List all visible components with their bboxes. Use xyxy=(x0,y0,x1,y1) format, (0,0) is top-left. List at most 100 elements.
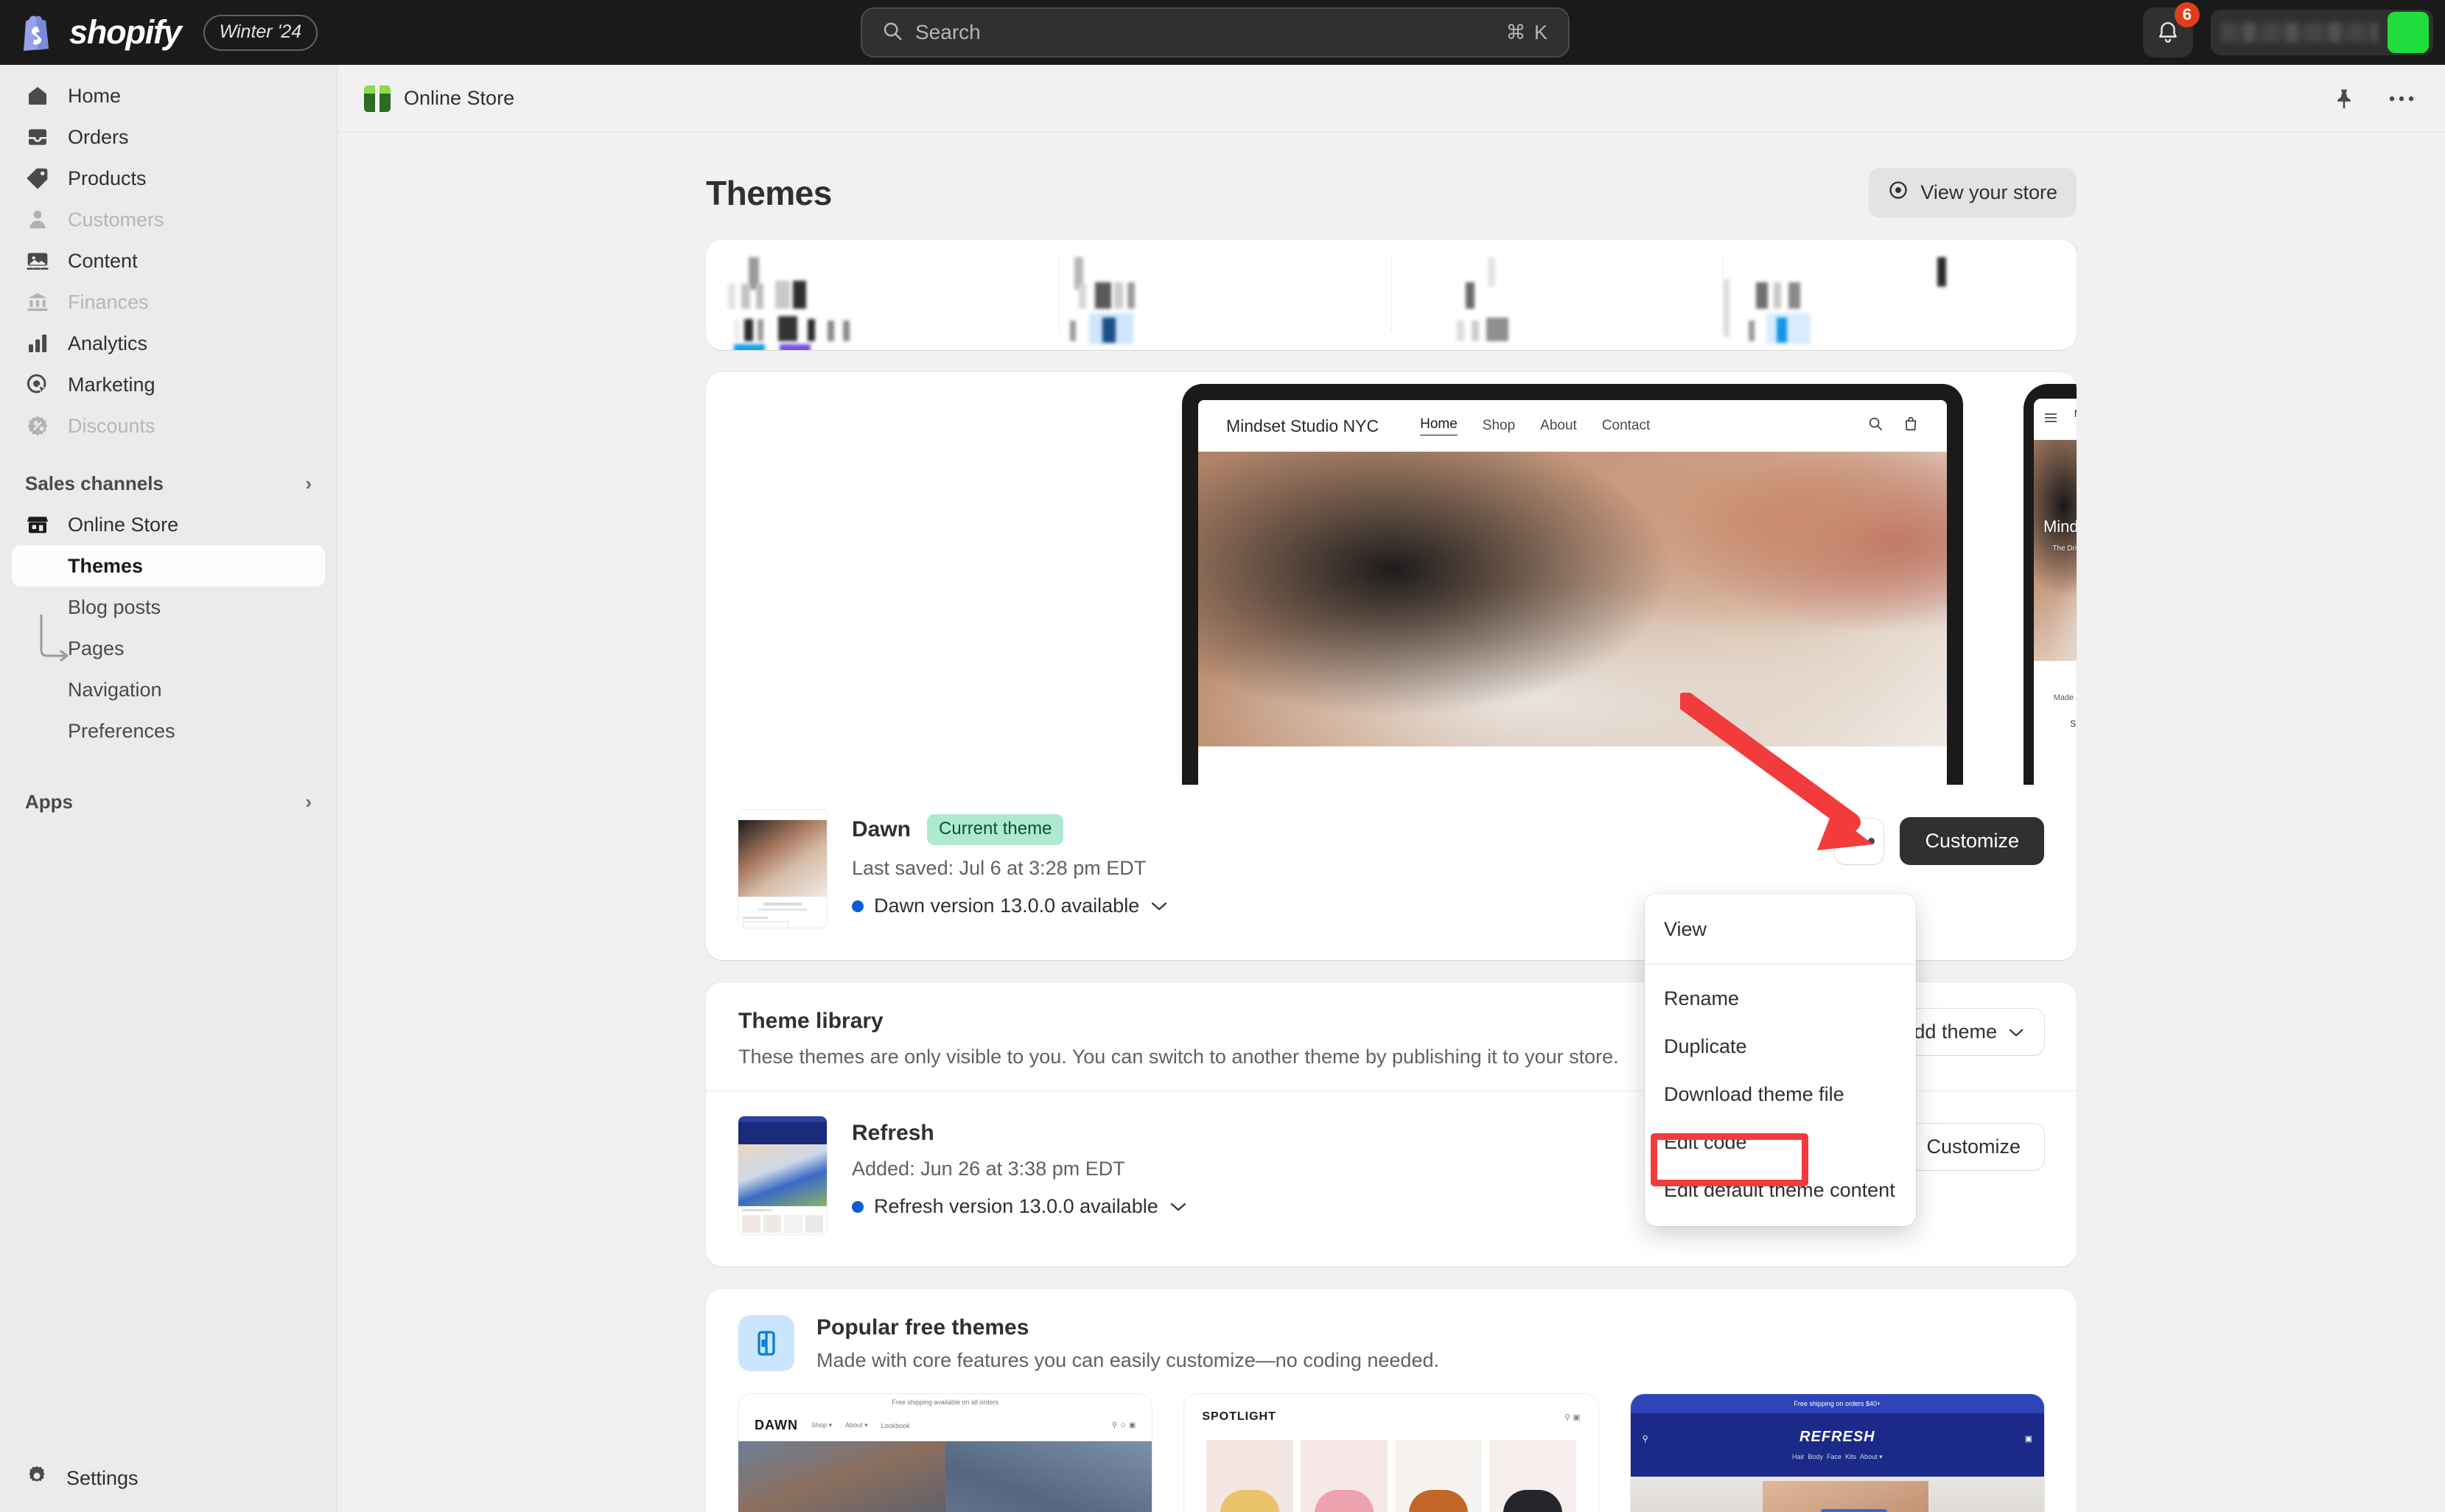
menu-item-view[interactable]: View xyxy=(1645,906,1916,953)
sidebar-section-label: Sales channels xyxy=(25,472,164,494)
chevron-down-icon xyxy=(1150,895,1169,917)
popular-theme-name: SPOTLIGHT xyxy=(1202,1410,1276,1423)
sidebar-item-marketing[interactable]: Marketing xyxy=(12,364,325,405)
theme-version-row[interactable]: Dawn version 13.0.0 available xyxy=(852,895,1169,917)
popular-theme-name: DAWN xyxy=(755,1418,798,1432)
sidebar-section-apps[interactable]: Apps › xyxy=(22,781,315,822)
theme-library-title: Theme library xyxy=(738,1009,884,1033)
sidebar-item-preferences[interactable]: Preferences xyxy=(12,710,325,752)
ellipsis-icon[interactable] xyxy=(2389,95,2414,102)
theme-more-actions-button[interactable] xyxy=(1835,818,1884,864)
redacted-column xyxy=(728,257,1060,350)
shopify-brand[interactable]: shopify Winter '24 xyxy=(0,13,318,52)
preview-site-logo: Mindset Studio NYC xyxy=(1226,416,1379,435)
current-theme-info: Dawn Current theme Last saved: Jul 6 at … xyxy=(852,810,1169,917)
customize-button[interactable]: Customize xyxy=(1903,1124,2044,1170)
breadcrumb[interactable]: Online Store xyxy=(364,85,514,112)
sidebar-item-analytics[interactable]: Analytics xyxy=(12,323,325,364)
mobile-preview-logo: Mindset Studio NYC xyxy=(2065,407,2077,431)
sidebar-item-blog-posts[interactable]: Blog posts xyxy=(12,587,325,628)
current-theme-actions: Customize xyxy=(1835,810,2044,865)
sidebar-item-discounts[interactable]: Discounts xyxy=(12,405,325,447)
view-your-store-button[interactable]: View your store xyxy=(1869,168,2077,217)
cart-icon xyxy=(1903,416,1919,436)
sidebar-item-label: Settings xyxy=(66,1466,139,1489)
mobile-preview-hero: Mindset Studio NYC The Driving Force Beh… xyxy=(2034,440,2077,661)
theme-name: Dawn xyxy=(852,817,912,841)
mobile-footer-title: Mindset Studio NYC xyxy=(2041,673,2077,683)
menu-item-edit-code[interactable]: Edit code xyxy=(1645,1119,1916,1166)
mobile-preview-nav: Mindset Studio NYC xyxy=(2034,399,2077,440)
brand-wordmark: shopify xyxy=(69,13,182,51)
target-cursor-icon xyxy=(25,372,50,397)
mobile-footer-signup: Subscribe to our emails xyxy=(2070,718,2077,729)
tag-icon xyxy=(25,166,50,191)
sidebar-item-orders[interactable]: Orders xyxy=(12,116,325,158)
store-name-redacted xyxy=(2221,23,2377,42)
storefront-icon xyxy=(25,512,50,537)
menu-item-download-theme-file[interactable]: Download theme file xyxy=(1645,1071,1916,1119)
chevron-down-icon xyxy=(2007,1021,2025,1043)
breadcrumb-bar: Online Store xyxy=(337,65,2445,133)
search-placeholder: Search xyxy=(915,21,981,43)
notification-count-badge: 6 xyxy=(2175,2,2200,27)
desktop-preview-frame: Mindset Studio NYC Home Shop About Conta… xyxy=(1182,384,1963,785)
sidebar-item-navigation[interactable]: Navigation xyxy=(12,669,325,710)
sidebar-item-pages[interactable]: Pages xyxy=(12,628,325,669)
sidebar-item-label: Online Store xyxy=(68,513,179,536)
page-header: Themes View your store xyxy=(706,168,2077,217)
chevron-down-icon xyxy=(1169,1195,1188,1218)
theme-added-date: Added: Jun 26 at 3:38 pm EDT xyxy=(852,1158,1125,1180)
theme-version-label: Refresh version 13.0.0 available xyxy=(874,1195,1158,1217)
mobile-preview-screen: Mindset Studio NYC Mindset Studio NYC Th… xyxy=(2034,399,2077,785)
sidebar-item-label: Discounts xyxy=(68,414,155,437)
status-badge: Current theme xyxy=(927,814,1064,845)
theme-name: Refresh xyxy=(852,1121,934,1145)
search-icon xyxy=(1867,416,1883,436)
popular-theme-card-dawn[interactable]: Free shipping available on all orders DA… xyxy=(738,1394,1152,1512)
sidebar-item-customers[interactable]: Customers xyxy=(12,199,325,240)
menu-item-rename[interactable]: Rename xyxy=(1645,975,1916,1023)
preview-nav-home: Home xyxy=(1420,416,1458,435)
mobile-footer-subtitle: Made and Inspired by New Yorkers xyxy=(2053,693,2077,702)
search-input[interactable]: Search ⌘ K xyxy=(861,7,1570,57)
popular-theme-card-refresh[interactable]: Free shipping on orders $40+ REFRESH Hai… xyxy=(1630,1394,2044,1512)
theme-last-saved: Last saved: Jul 6 at 3:28 pm EDT xyxy=(852,857,1147,879)
sidebar-item-online-store[interactable]: Online Store xyxy=(12,504,325,545)
sidebar-item-label: Orders xyxy=(68,125,129,148)
image-icon xyxy=(25,248,50,273)
update-available-dot xyxy=(852,900,864,912)
sidebar-item-themes[interactable]: Themes xyxy=(12,545,325,587)
redacted-banner-card xyxy=(706,239,2077,350)
sidebar-section-label: Apps xyxy=(25,790,73,813)
home-icon xyxy=(25,83,50,108)
sidebar-item-finances[interactable]: Finances xyxy=(12,281,325,323)
menu-item-duplicate[interactable]: Duplicate xyxy=(1645,1023,1916,1071)
popular-theme-card-spotlight[interactable]: SPOTLIGHT ⚲ ▣ xyxy=(1184,1394,1598,1512)
redacted-column xyxy=(1060,257,1392,344)
sidebar-item-label: Products xyxy=(68,167,147,189)
store-account-chip[interactable] xyxy=(2211,10,2433,55)
sidebar-section-sales-channels[interactable]: Sales channels › xyxy=(22,463,315,504)
customize-button[interactable]: Customize xyxy=(1900,817,2044,865)
theme-template-icon xyxy=(738,1315,794,1371)
library-theme-info: Refresh Added: Jun 26 at 3:38 pm EDT Ref… xyxy=(852,1116,1188,1218)
sidebar-item-products[interactable]: Products xyxy=(12,158,325,199)
sidebar-item-label: Customers xyxy=(68,208,164,231)
sidebar-subitem-label: Themes xyxy=(68,554,144,577)
pin-icon[interactable] xyxy=(2333,88,2355,110)
sidebar-item-home[interactable]: Home xyxy=(12,75,325,116)
popular-free-themes-description: Made with core features you can easily c… xyxy=(816,1349,1439,1371)
sidebar-subitem-label: Pages xyxy=(68,637,125,659)
shopify-bag-icon xyxy=(19,14,53,51)
sidebar-item-content[interactable]: Content xyxy=(12,240,325,281)
notifications-button[interactable]: 6 xyxy=(2143,2,2200,57)
search-shortcut: ⌘ K xyxy=(1505,21,1549,43)
popular-free-themes-header: Popular free themes Made with core featu… xyxy=(706,1289,2077,1391)
sidebar-item-settings[interactable]: Settings xyxy=(0,1457,337,1499)
sidebar: Home Orders Products Customers Content F… xyxy=(0,65,337,1512)
menu-item-edit-default-theme-content[interactable]: Edit default theme content xyxy=(1645,1166,1916,1214)
theme-version-row[interactable]: Refresh version 13.0.0 available xyxy=(852,1195,1188,1218)
chevron-right-icon: › xyxy=(305,790,312,813)
preview-nav-contact: Contact xyxy=(1601,418,1651,433)
